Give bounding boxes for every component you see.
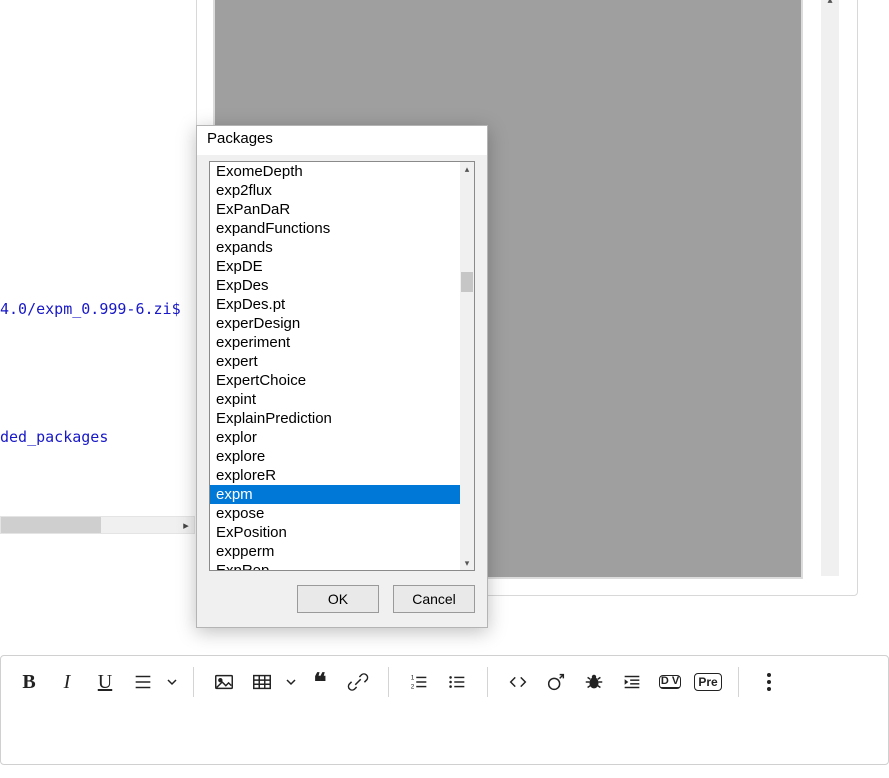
ordered-list-icon: 12 bbox=[408, 671, 430, 693]
package-item[interactable]: experiment bbox=[210, 333, 460, 352]
package-item[interactable]: ExomeDepth bbox=[210, 162, 460, 181]
kebab-icon bbox=[767, 673, 771, 691]
underline-button[interactable]: U bbox=[87, 664, 123, 700]
bug-icon bbox=[583, 671, 605, 693]
listbox-scrollbar[interactable]: ▴ ▾ bbox=[460, 162, 474, 570]
unordered-list-icon bbox=[446, 671, 468, 693]
code-icon bbox=[507, 671, 529, 693]
package-item[interactable]: expandFunctions bbox=[210, 219, 460, 238]
ordered-list-button[interactable]: 12 bbox=[401, 664, 437, 700]
package-item[interactable]: explore bbox=[210, 447, 460, 466]
export-code-button[interactable] bbox=[538, 664, 574, 700]
align-menu-chevron[interactable] bbox=[163, 676, 181, 688]
package-item[interactable]: explor bbox=[210, 428, 460, 447]
more-options-button[interactable] bbox=[751, 664, 787, 700]
editor-area: B I U ❝ bbox=[0, 655, 889, 765]
dialog-title: Packages bbox=[197, 126, 487, 155]
packages-dialog: Packages ExomeDepthexp2fluxExPanDaRexpan… bbox=[196, 125, 488, 628]
toolbar-separator bbox=[193, 667, 194, 697]
package-item[interactable]: ExPosition bbox=[210, 523, 460, 542]
package-item[interactable]: ExpertChoice bbox=[210, 371, 460, 390]
package-item[interactable]: expint bbox=[210, 390, 460, 409]
toolbar-separator bbox=[738, 667, 739, 697]
package-item[interactable]: ExPanDaR bbox=[210, 200, 460, 219]
bold-icon: B bbox=[22, 671, 35, 694]
package-item[interactable]: exploreR bbox=[210, 466, 460, 485]
blockquote-button[interactable]: ❝ bbox=[302, 664, 338, 700]
panel-vertical-scrollbar[interactable]: ▴ bbox=[821, 0, 839, 576]
package-item[interactable]: expose bbox=[210, 504, 460, 523]
debug-button[interactable] bbox=[576, 664, 612, 700]
export-code-icon bbox=[545, 671, 567, 693]
package-item[interactable]: experDesign bbox=[210, 314, 460, 333]
image-icon bbox=[213, 671, 235, 693]
dialog-button-row: OK Cancel bbox=[197, 571, 487, 627]
scroll-up-icon: ▴ bbox=[460, 162, 474, 176]
indent-icon bbox=[621, 671, 643, 693]
package-item[interactable]: ExplainPrediction bbox=[210, 409, 460, 428]
console-horizontal-scrollbar[interactable]: ▸ bbox=[0, 516, 195, 534]
quote-icon: ❝ bbox=[314, 668, 327, 697]
unordered-list-button[interactable] bbox=[439, 664, 475, 700]
package-item[interactable]: ExpRep bbox=[210, 561, 460, 570]
cancel-button[interactable]: Cancel bbox=[393, 585, 475, 613]
scroll-down-icon: ▾ bbox=[460, 556, 474, 570]
console-line: 4.0/expm_0.999-6.zi$ bbox=[0, 300, 195, 318]
chevron-down-icon bbox=[285, 676, 297, 688]
package-item[interactable]: ExpDes.pt bbox=[210, 295, 460, 314]
dv-icon: D V bbox=[659, 675, 681, 689]
svg-text:2: 2 bbox=[411, 683, 415, 690]
pre-icon: Pre bbox=[694, 673, 721, 691]
packages-listbox[interactable]: ExomeDepthexp2fluxExPanDaRexpandFunction… bbox=[210, 162, 460, 570]
package-item[interactable]: expands bbox=[210, 238, 460, 257]
italic-icon: I bbox=[64, 671, 71, 694]
scrollbar-thumb[interactable] bbox=[1, 517, 101, 533]
packages-listbox-frame: ExomeDepthexp2fluxExPanDaRexpandFunction… bbox=[209, 161, 475, 571]
link-icon bbox=[347, 671, 369, 693]
package-item[interactable]: ExpDE bbox=[210, 257, 460, 276]
toolbar-separator bbox=[388, 667, 389, 697]
scroll-up-icon: ▴ bbox=[821, 0, 839, 9]
scrollbar-thumb[interactable] bbox=[461, 272, 473, 292]
align-button[interactable] bbox=[125, 664, 161, 700]
indent-button[interactable] bbox=[614, 664, 650, 700]
preformatted-button[interactable]: Pre bbox=[690, 664, 726, 700]
table-button[interactable] bbox=[244, 664, 280, 700]
italic-button[interactable]: I bbox=[49, 664, 85, 700]
toolbar-separator bbox=[487, 667, 488, 697]
svg-text:1: 1 bbox=[411, 674, 415, 681]
underline-icon: U bbox=[98, 671, 112, 694]
code-button[interactable] bbox=[500, 664, 536, 700]
table-menu-chevron[interactable] bbox=[282, 676, 300, 688]
image-button[interactable] bbox=[206, 664, 242, 700]
package-item[interactable]: expert bbox=[210, 352, 460, 371]
ok-button[interactable]: OK bbox=[297, 585, 379, 613]
chevron-down-icon bbox=[166, 676, 178, 688]
scroll-right-icon: ▸ bbox=[178, 519, 194, 532]
package-item[interactable]: expperm bbox=[210, 542, 460, 561]
console-fragment: 4.0/expm_0.999-6.zi$ ded_packages bbox=[0, 300, 195, 446]
bold-button[interactable]: B bbox=[11, 664, 47, 700]
link-button[interactable] bbox=[340, 664, 376, 700]
align-icon bbox=[132, 671, 154, 693]
package-item[interactable]: ExpDes bbox=[210, 276, 460, 295]
editor-toolbar: B I U ❝ bbox=[1, 656, 888, 708]
dv-button[interactable]: D V bbox=[652, 664, 688, 700]
package-item[interactable]: exp2flux bbox=[210, 181, 460, 200]
package-item[interactable]: expm bbox=[210, 485, 460, 504]
console-line: ded_packages bbox=[0, 428, 195, 446]
table-icon bbox=[251, 671, 273, 693]
